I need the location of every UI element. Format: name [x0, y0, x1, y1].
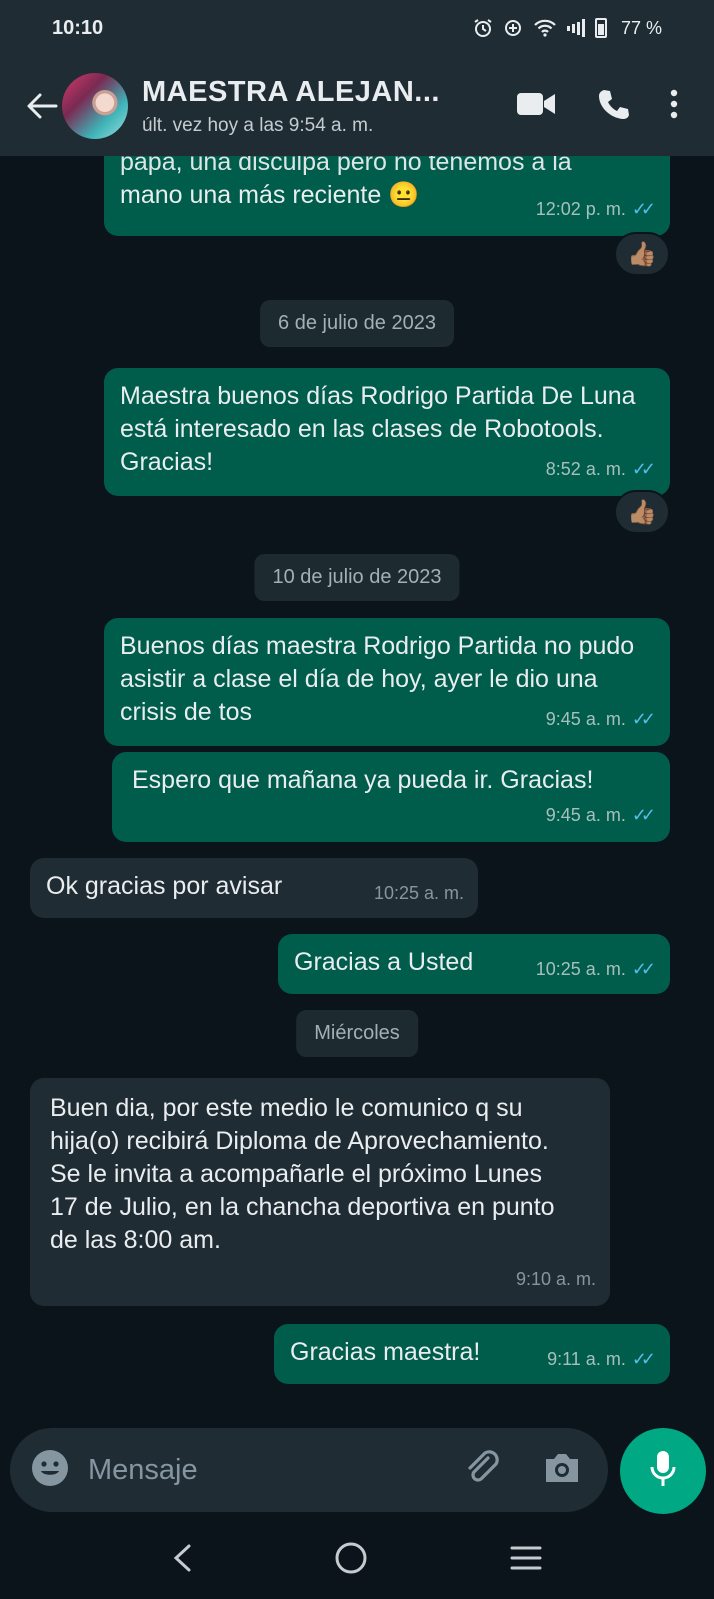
read-ticks-icon: ✓✓: [631, 459, 656, 479]
emoji: 😐: [388, 181, 420, 209]
message-bubble[interactable]: Buenos días maestra Rodrigo Partida no p…: [104, 618, 670, 746]
thumbs-up-icon: 👍🏽: [627, 498, 657, 526]
mic-icon: [648, 1449, 678, 1494]
message-composer[interactable]: Mensaje: [10, 1428, 608, 1512]
status-time: 10:10: [52, 16, 104, 39]
contact-name: MAESTRA ALEJAN...: [142, 75, 440, 108]
nav-home-icon[interactable]: [334, 1541, 368, 1580]
chat-area[interactable]: papá, una disculpa pero no tenemos a la …: [0, 156, 714, 1422]
last-seen: últ. vez hoy a las 9:54 a. m.: [142, 114, 374, 136]
system-nav-bar: [0, 1522, 714, 1599]
read-ticks-icon: ✓✓: [631, 805, 656, 825]
avatar[interactable]: [62, 73, 128, 139]
date-separator: 10 de julio de 2023: [254, 554, 460, 601]
message-time: 9:45 a. m.: [545, 709, 626, 729]
message-text: Espero que mañana ya pueda ir. Gracias!: [132, 766, 594, 794]
message-bubble[interactable]: Gracias maestra! 9:11 a. m. ✓✓: [274, 1324, 670, 1384]
date-separator: 6 de julio de 2023: [260, 300, 454, 347]
emoji-icon[interactable]: [30, 1448, 70, 1493]
voice-call-icon[interactable]: [596, 87, 630, 126]
message-time: 9:45 a. m.: [545, 805, 626, 825]
video-call-icon[interactable]: [516, 91, 556, 122]
message-bubble[interactable]: Buen dia, por este medio le comunico q s…: [30, 1078, 610, 1306]
alarm-icon: [473, 18, 493, 38]
camera-icon[interactable]: [542, 1451, 582, 1490]
message-text: papá, una disculpa pero no tenemos a la: [120, 156, 572, 176]
attach-icon[interactable]: [462, 1448, 502, 1493]
reaction-badge[interactable]: 👍🏽: [614, 232, 670, 276]
signal-icon: [566, 19, 585, 37]
status-bar: 10:10 77 %: [0, 0, 714, 56]
message-bubble[interactable]: Ok gracias por avisar 10:25 a. m.: [30, 858, 478, 918]
message-input[interactable]: Mensaje: [88, 1454, 462, 1487]
message-time: 12:02 p. m.: [535, 199, 626, 219]
more-options-icon[interactable]: [670, 89, 678, 124]
message-time: 9:10 a. m.: [515, 1269, 596, 1289]
message-text: mano una más reciente: [120, 181, 382, 209]
read-ticks-icon: ✓✓: [631, 709, 656, 729]
message-time: 10:25 a. m.: [373, 883, 464, 903]
nav-back-icon[interactable]: [171, 1543, 193, 1578]
battery-icon: [594, 18, 611, 38]
wifi-icon: [533, 18, 557, 38]
data-saver-icon: [503, 18, 523, 38]
mic-button[interactable]: [620, 1428, 706, 1514]
message-time: 10:25 a. m.: [535, 959, 626, 979]
read-ticks-icon: ✓✓: [631, 1349, 656, 1369]
thumbs-up-icon: 👍🏽: [627, 240, 657, 268]
chat-header: MAESTRA ALEJAN... últ. vez hoy a las 9:5…: [0, 56, 714, 156]
back-arrow-icon[interactable]: [8, 76, 58, 136]
battery-percent: 77 %: [620, 17, 662, 38]
date-separator: Miércoles: [296, 1010, 418, 1057]
message-bubble[interactable]: Maestra buenos días Rodrigo Partida De L…: [104, 368, 670, 496]
message-time: 9:11 a. m.: [547, 1349, 626, 1369]
contact-info[interactable]: MAESTRA ALEJAN... últ. vez hoy a las 9:5…: [142, 76, 516, 137]
read-ticks-icon: ✓✓: [631, 199, 656, 219]
message-bubble[interactable]: papá, una disculpa pero no tenemos a la …: [104, 156, 670, 236]
message-time: 8:52 a. m.: [545, 459, 626, 479]
read-ticks-icon: ✓✓: [631, 959, 656, 979]
message-bubble[interactable]: Espero que mañana ya pueda ir. Gracias! …: [112, 752, 670, 842]
reaction-badge[interactable]: 👍🏽: [614, 490, 670, 534]
message-text: Buen dia, por este medio le comunico q s…: [50, 1094, 555, 1254]
nav-recents-icon[interactable]: [509, 1544, 543, 1577]
message-bubble[interactable]: Gracias a Usted 10:25 a. m. ✓✓: [278, 934, 670, 994]
